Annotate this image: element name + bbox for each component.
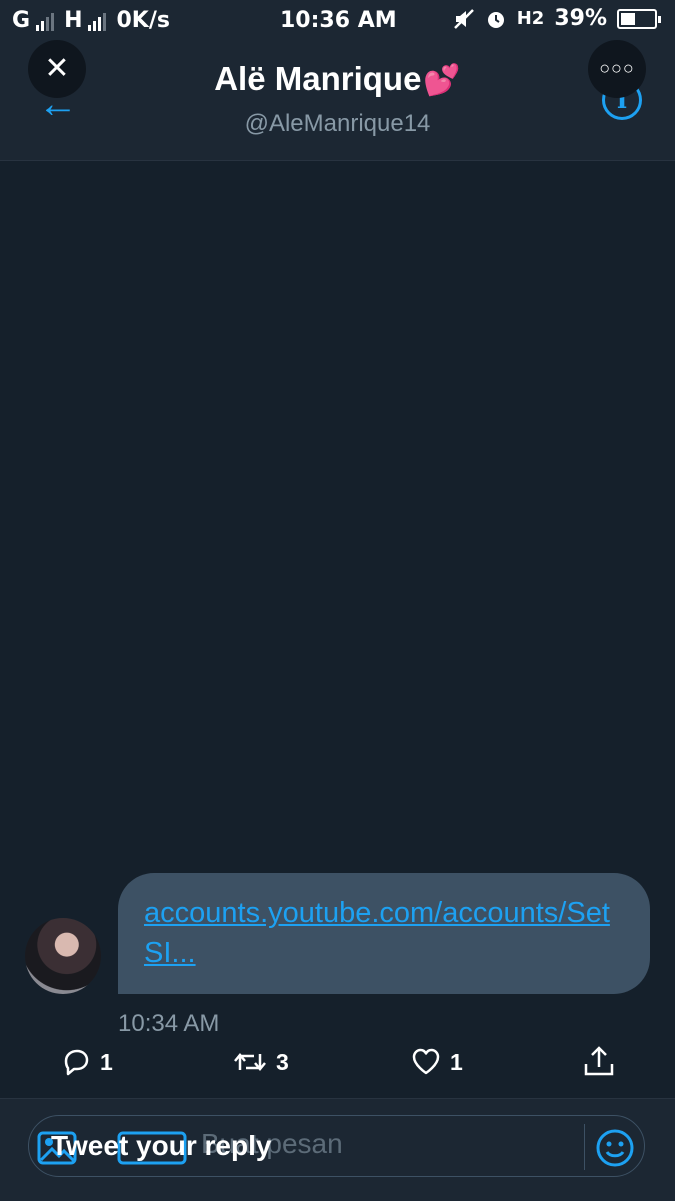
contact-name-text: Alë Manrique	[214, 60, 422, 97]
network-type: H2	[516, 8, 545, 29]
mute-icon	[453, 8, 474, 29]
carrier1-label: G	[12, 8, 31, 33]
like-count: 1	[450, 1048, 463, 1075]
compose-divider	[584, 1124, 585, 1170]
close-button[interactable]: ✕	[28, 40, 86, 98]
reply-input[interactable]: Buat pesan Tweet your reply	[28, 1115, 645, 1177]
share-button[interactable]	[582, 1044, 616, 1078]
contact-handle: @AleManrique14	[244, 110, 431, 137]
emoji-icon[interactable]	[595, 1128, 635, 1168]
hearts-emoji: 💕	[423, 64, 461, 97]
compose-bar: Buat pesan Tweet your reply	[0, 1098, 675, 1201]
heart-icon	[412, 1048, 440, 1075]
like-button[interactable]: 1	[410, 1046, 463, 1078]
battery-fill	[621, 12, 636, 25]
reply-button[interactable]: 1	[60, 1046, 113, 1078]
signal-bars-2-icon	[88, 11, 107, 31]
battery-icon	[617, 8, 661, 29]
reply-icon	[64, 1049, 89, 1076]
status-time: 10:36 AM	[280, 8, 397, 33]
tweet-actions: 1 3 1	[0, 1040, 675, 1090]
share-icon	[584, 1046, 614, 1076]
battery-percent: 39%	[554, 6, 607, 31]
retweet-count: 3	[276, 1048, 289, 1075]
reply-count: 1	[100, 1048, 113, 1075]
more-options-button[interactable]: ○○○	[588, 40, 646, 98]
message-link[interactable]: accounts.youtube.com/accounts/SetSI...	[144, 893, 624, 973]
status-right: H2 39%	[453, 6, 661, 31]
contact-name: Alë Manrique💕	[0, 60, 675, 98]
signal-indicators: G H 0K/s	[12, 8, 170, 33]
carrier2-label: H	[64, 8, 83, 33]
avatar[interactable]	[25, 918, 101, 994]
conversation-header: ← Alë Manrique💕 @AleManrique14	[0, 42, 675, 161]
message-timestamp: 10:34 AM	[118, 1010, 220, 1037]
network-speed: 0K/s	[116, 8, 170, 33]
retweet-icon	[234, 1053, 266, 1071]
status-bar: G H 0K/s 10:36 AM H2 39%	[0, 0, 675, 42]
retweet-button[interactable]: 3	[232, 1046, 289, 1078]
signal-bars-icon	[36, 11, 55, 31]
message-bubble[interactable]: accounts.youtube.com/accounts/SetSI...	[118, 873, 650, 994]
compose-placeholder: Tweet your reply	[51, 1130, 272, 1161]
alarm-icon	[487, 11, 504, 28]
